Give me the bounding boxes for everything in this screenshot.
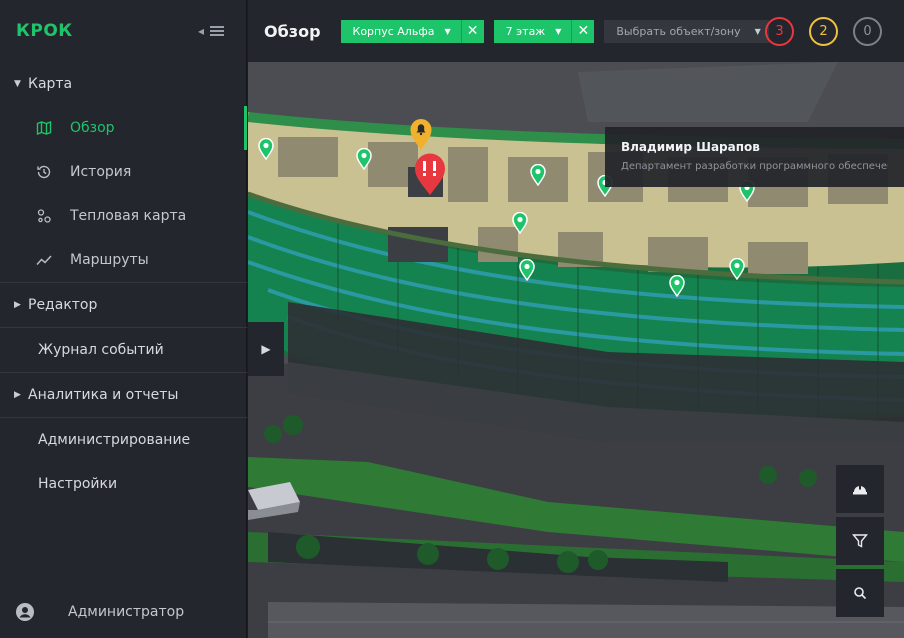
nav-item-label: Настройки bbox=[38, 476, 118, 492]
critical-count-badge[interactable]: 3 bbox=[765, 17, 794, 46]
nav-section-editor: ▶ Редактор bbox=[0, 283, 247, 328]
zone-select-placeholder: Выбрать объект/зону bbox=[616, 24, 741, 38]
nav-item-label: Администрирование bbox=[38, 432, 191, 448]
person-pin-icon[interactable] bbox=[356, 148, 372, 170]
sidebar-item-label: Тепловая карта bbox=[70, 208, 187, 224]
filter-chip-label: Корпус Альфа bbox=[352, 24, 435, 38]
user-profile[interactable]: Администратор bbox=[0, 586, 247, 638]
nav-group-label: Редактор bbox=[28, 297, 98, 313]
history-icon bbox=[37, 165, 51, 179]
menu-icon bbox=[210, 26, 224, 36]
caret-down-icon: ▼ bbox=[14, 79, 21, 89]
person-pin-icon[interactable] bbox=[729, 258, 745, 280]
sidebar-item-label: Маршруты bbox=[70, 252, 149, 268]
filter-floor-select[interactable]: 7 этаж ▼ bbox=[493, 19, 572, 43]
user-avatar-icon bbox=[16, 603, 34, 621]
search-icon bbox=[854, 587, 867, 600]
event-counters: 3 2 0 bbox=[765, 17, 882, 46]
caret-down-icon: ▼ bbox=[555, 26, 562, 36]
nav-item-events[interactable]: Журнал событий bbox=[0, 328, 247, 372]
nav-item-admin[interactable]: Администрирование bbox=[0, 418, 247, 462]
filter-icon bbox=[852, 534, 868, 548]
person-pin-icon[interactable] bbox=[530, 164, 546, 186]
sidebar-item-heatmap[interactable]: Тепловая карта bbox=[0, 194, 247, 238]
person-tooltip: Владимир Шарапов Департамент разработки … bbox=[605, 127, 904, 187]
sidebar-item-history[interactable]: История bbox=[0, 150, 247, 194]
person-name: Владимир Шарапов bbox=[621, 140, 760, 154]
nav-item-label: Журнал событий bbox=[38, 342, 164, 358]
logo-row: КРОК ◂ bbox=[0, 0, 246, 62]
person-pin-icon[interactable] bbox=[519, 259, 535, 281]
warning-count-badge[interactable]: 2 bbox=[809, 17, 838, 46]
critical-alert-marker[interactable] bbox=[413, 152, 447, 196]
nav-section-analytics: ▶ Аналитика и отчеты bbox=[0, 373, 247, 418]
nav-section-events: Журнал событий bbox=[0, 328, 247, 373]
route-icon bbox=[36, 255, 52, 266]
zone-select[interactable]: Выбрать объект/зону ▼ bbox=[604, 19, 769, 43]
nav-group-map[interactable]: ▼ Карта bbox=[0, 62, 247, 106]
sidebar-item-label: История bbox=[70, 164, 132, 180]
nav-group-editor[interactable]: ▶ Редактор bbox=[0, 283, 247, 327]
heatmap-icon bbox=[37, 209, 51, 223]
nav-group-label: Карта bbox=[28, 76, 73, 92]
map-viewport[interactable]: Владимир Шарапов Департамент разработки … bbox=[248, 62, 904, 638]
sidebar-item-label: Обзор bbox=[70, 120, 115, 136]
map-icon bbox=[36, 120, 52, 136]
logo: КРОК bbox=[16, 21, 73, 41]
person-pin-icon[interactable] bbox=[669, 275, 685, 297]
nav-group-label: Аналитика и отчеты bbox=[28, 387, 179, 403]
sidebar-collapse-button[interactable]: ◂ bbox=[198, 24, 224, 38]
nav-item-settings[interactable]: Настройки bbox=[0, 462, 247, 506]
top-bar: Обзор Корпус Альфа ▼ ✕ 7 этаж ▼ ✕ Выбрат… bbox=[248, 0, 904, 62]
chevron-left-icon: ◂ bbox=[197, 24, 204, 38]
person-department: Департамент разработки программного обес… bbox=[621, 161, 888, 172]
nav-group-analytics[interactable]: ▶ Аналитика и отчеты bbox=[0, 373, 247, 417]
filter-floor-clear-button[interactable]: ✕ bbox=[571, 19, 595, 43]
sidebar-item-routes[interactable]: Маршруты bbox=[0, 238, 247, 282]
sidebar-item-overview[interactable]: Обзор bbox=[0, 106, 247, 150]
warning-alert-marker[interactable] bbox=[409, 117, 433, 151]
expand-panel-button[interactable]: ▶ bbox=[248, 322, 284, 376]
page-title: Обзор bbox=[264, 21, 321, 41]
caret-right-icon: ▶ bbox=[14, 390, 21, 400]
map-filter-button[interactable] bbox=[836, 517, 884, 565]
close-icon: ✕ bbox=[466, 23, 479, 39]
caret-down-icon: ▼ bbox=[444, 26, 451, 36]
main-nav: ▼ Карта Обзор История Тепловая карта Мар… bbox=[0, 62, 247, 506]
chevron-right-icon: ▶ bbox=[261, 342, 271, 356]
filter-chip-building: Корпус Альфа ▼ ✕ bbox=[340, 19, 484, 43]
map-search-button[interactable] bbox=[836, 569, 884, 617]
caret-right-icon: ▶ bbox=[14, 300, 21, 310]
info-count-badge[interactable]: 0 bbox=[853, 17, 882, 46]
sidebar: КРОК ◂ ▼ Карта Обзор История Тепловая ка… bbox=[0, 0, 247, 638]
filter-building-clear-button[interactable]: ✕ bbox=[460, 19, 484, 43]
close-icon: ✕ bbox=[577, 23, 590, 39]
helmet-icon bbox=[853, 484, 867, 495]
caret-down-icon: ▼ bbox=[754, 26, 761, 36]
filter-chip-floor: 7 этаж ▼ ✕ bbox=[493, 19, 595, 43]
person-pin-icon[interactable] bbox=[512, 212, 528, 234]
filter-building-select[interactable]: Корпус Альфа ▼ bbox=[340, 19, 461, 43]
filter-chip-label: 7 этаж bbox=[505, 24, 546, 38]
user-name: Администратор bbox=[68, 604, 185, 620]
nav-section-map: ▼ Карта Обзор История Тепловая карта Мар… bbox=[0, 62, 247, 283]
worker-layer-button[interactable] bbox=[836, 465, 884, 513]
person-pin-icon[interactable] bbox=[258, 138, 274, 160]
